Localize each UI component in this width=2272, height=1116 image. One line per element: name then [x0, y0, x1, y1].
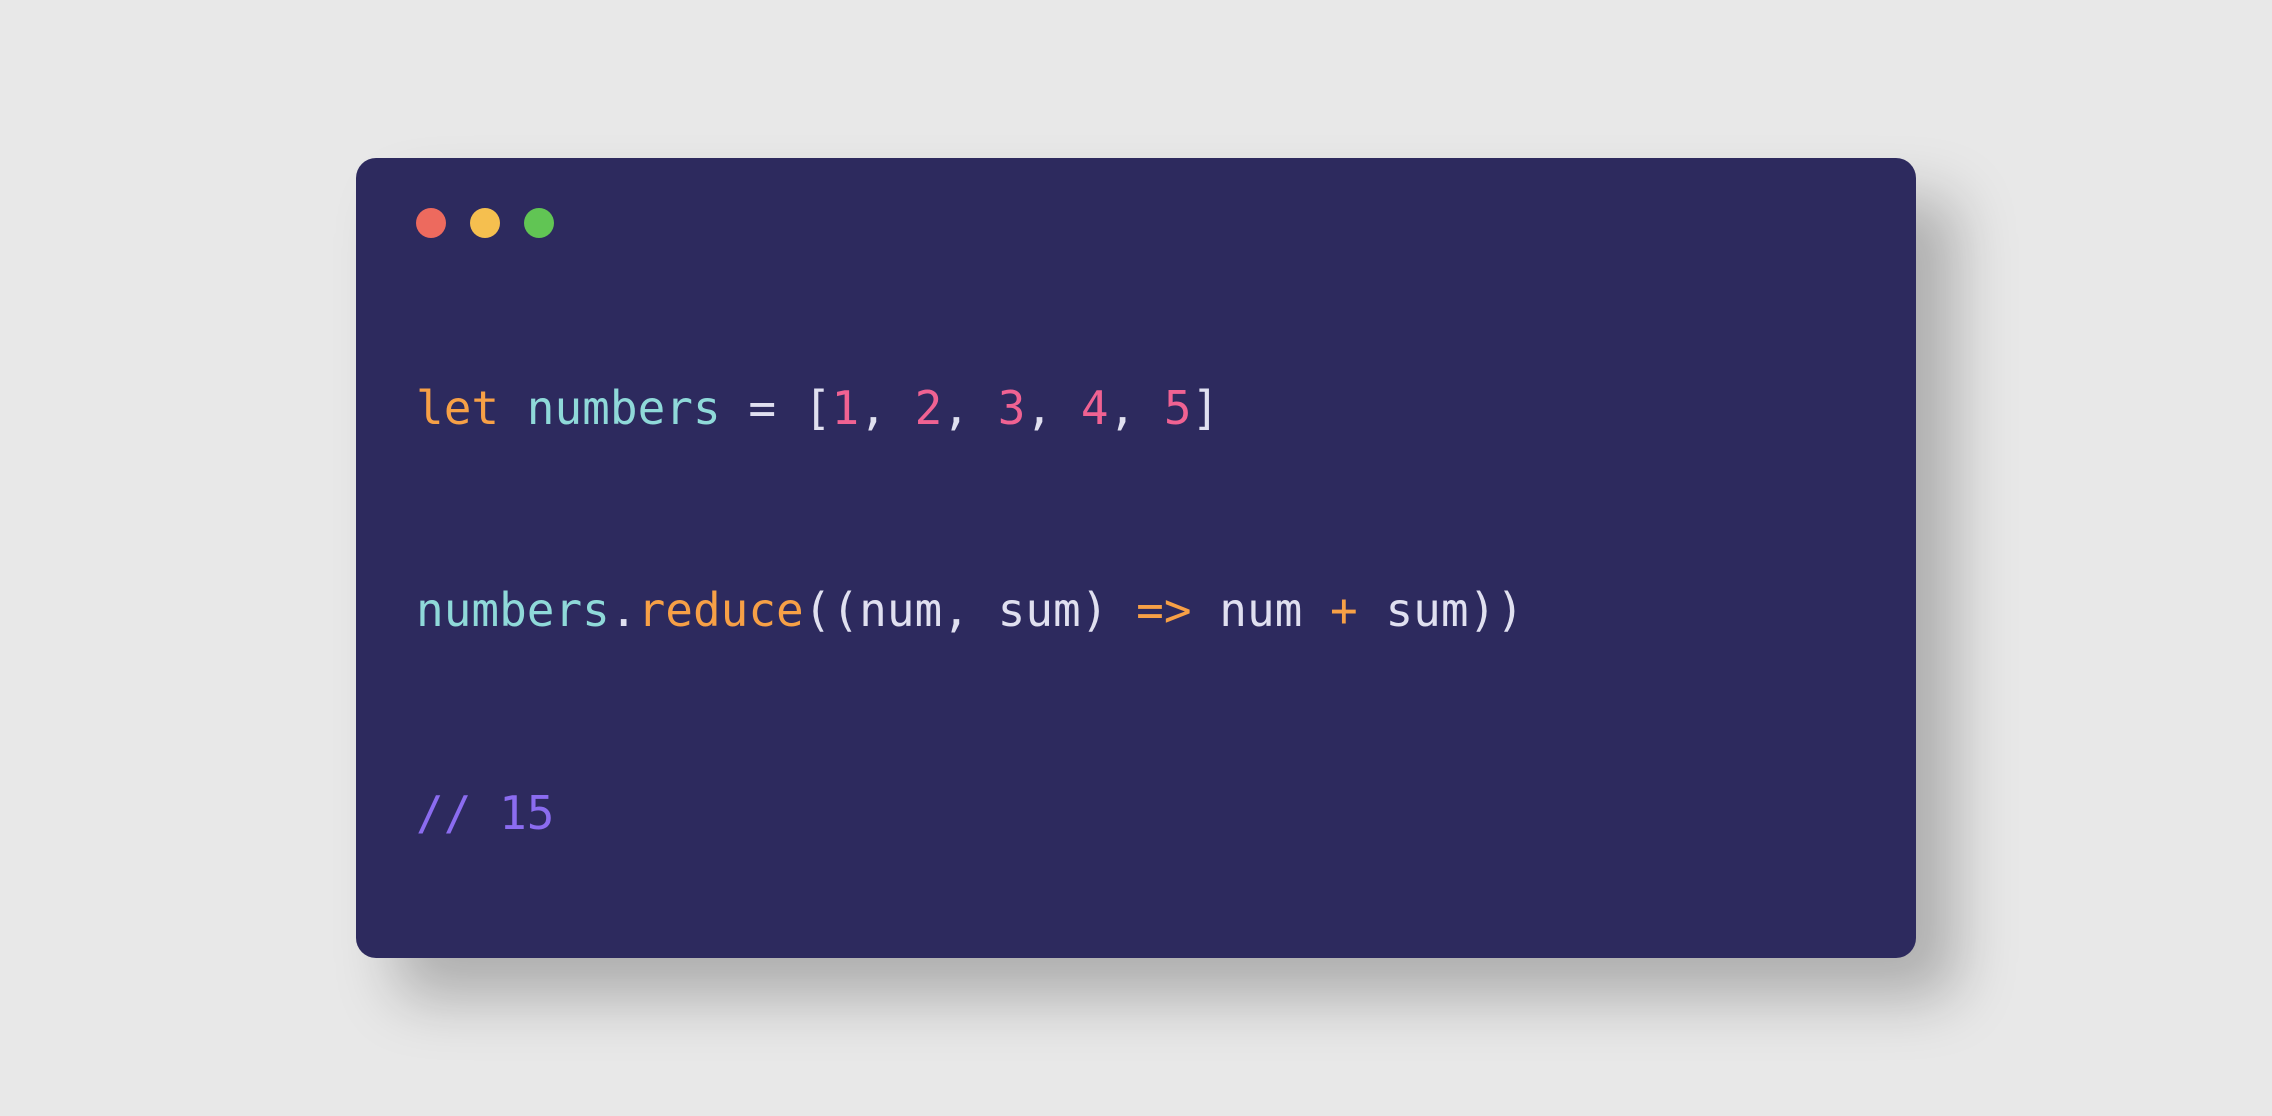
- code-content: let numbers = [1, 2, 3, 4, 5] numbers.re…: [416, 358, 1856, 864]
- operator-plus: +: [1330, 583, 1358, 637]
- number-literal: 5: [1164, 381, 1192, 435]
- arrow-function: =>: [1136, 583, 1191, 637]
- comment-output: // 15: [416, 786, 554, 840]
- operator-equals: =: [748, 381, 776, 435]
- variable-numbers: numbers: [416, 583, 610, 637]
- traffic-lights: [416, 208, 1856, 238]
- number-literal: 2: [915, 381, 943, 435]
- number-literal: 3: [998, 381, 1026, 435]
- arg-sum: sum: [1385, 583, 1468, 637]
- bracket-open: [: [804, 381, 832, 435]
- param-num: num: [859, 583, 942, 637]
- close-button[interactable]: [416, 208, 446, 238]
- arg-num: num: [1219, 583, 1302, 637]
- code-editor-window: let numbers = [1, 2, 3, 4, 5] numbers.re…: [356, 158, 1916, 958]
- number-literal: 1: [831, 381, 859, 435]
- minimize-button[interactable]: [470, 208, 500, 238]
- maximize-button[interactable]: [524, 208, 554, 238]
- keyword-let: let: [416, 381, 499, 435]
- param-sum: sum: [998, 583, 1081, 637]
- number-literal: 4: [1081, 381, 1109, 435]
- variable-numbers: numbers: [527, 381, 721, 435]
- method-reduce: reduce: [638, 583, 804, 637]
- bracket-close: ]: [1192, 381, 1220, 435]
